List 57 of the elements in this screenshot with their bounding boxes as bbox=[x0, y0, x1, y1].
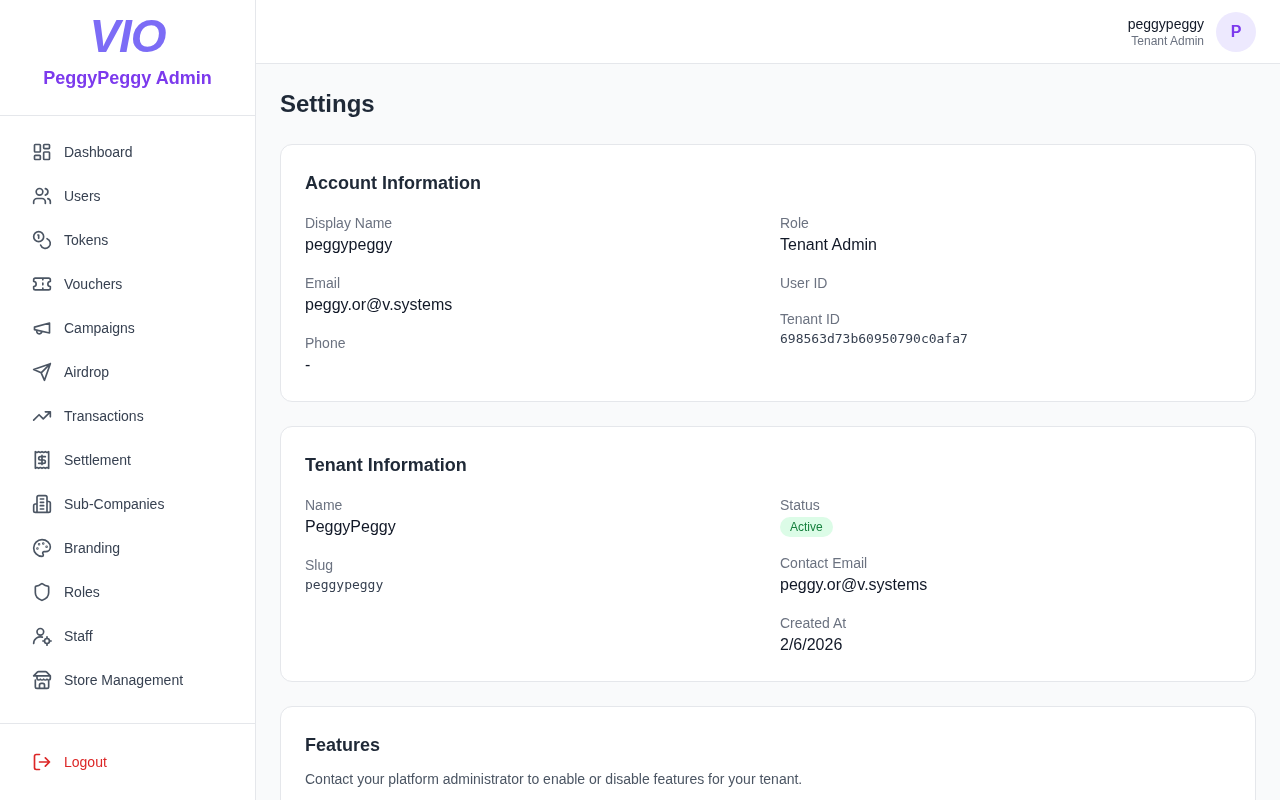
field-label: Created At bbox=[780, 614, 848, 633]
logout-button[interactable]: Logout bbox=[16, 740, 239, 784]
user-avatar[interactable]: P bbox=[1216, 11, 1256, 52]
nav-item[interactable]: Staff bbox=[16, 614, 239, 658]
building-icon bbox=[32, 494, 52, 514]
card-title: Account Information bbox=[305, 172, 482, 195]
card-title: Features bbox=[305, 734, 382, 757]
field-label: Display Name bbox=[305, 214, 394, 233]
field-value: 698563d73b60950790c0afa7 bbox=[780, 330, 969, 348]
field-label: Slug bbox=[305, 556, 335, 575]
status-badge: Active bbox=[780, 517, 833, 537]
nav-item[interactable]: Branding bbox=[16, 526, 239, 570]
admin-title: PeggyPeggy Admin bbox=[43, 68, 212, 89]
logo: VIO bbox=[89, 10, 166, 62]
field-label: Name bbox=[305, 496, 344, 515]
nav-item[interactable]: Users bbox=[16, 174, 239, 218]
shield-icon bbox=[32, 582, 52, 602]
send-icon bbox=[32, 362, 52, 382]
field-value: 2/6/2026 bbox=[780, 635, 844, 655]
nav-item[interactable]: Roles bbox=[16, 570, 239, 614]
nav-item[interactable]: Dashboard bbox=[16, 130, 239, 174]
field-value: peggy.or@v.systems bbox=[780, 575, 929, 595]
field-label: Tenant ID bbox=[780, 310, 841, 329]
field-label: Phone bbox=[305, 334, 347, 353]
field-value: - bbox=[305, 355, 312, 375]
dashboard-icon bbox=[32, 142, 52, 162]
nav-item[interactable]: Tokens bbox=[16, 218, 239, 262]
user-role: Tenant Admin bbox=[1131, 33, 1204, 48]
nav-item[interactable]: Vouchers bbox=[16, 262, 239, 306]
nav-item[interactable]: Transactions bbox=[16, 394, 239, 438]
field-label: Contact Email bbox=[780, 554, 869, 573]
card-title: Tenant Information bbox=[305, 454, 468, 477]
nav-item[interactable]: Campaigns bbox=[16, 306, 239, 350]
page-title: Settings bbox=[280, 89, 376, 119]
field-label: Role bbox=[780, 214, 810, 233]
nav-item[interactable]: Store Management bbox=[16, 658, 239, 702]
nav-item[interactable]: Sub-Companies bbox=[16, 482, 239, 526]
nav-item[interactable]: Settlement bbox=[16, 438, 239, 482]
field-label: User ID bbox=[780, 274, 829, 293]
receipt-icon bbox=[32, 450, 52, 470]
field-label: Status bbox=[780, 496, 821, 515]
card-description: Contact your platform administrator to enable or disable features for your tenant. bbox=[305, 771, 804, 787]
field-value: peggypeggy bbox=[305, 235, 394, 255]
field-value: PeggyPeggy bbox=[305, 517, 397, 537]
tokens-icon bbox=[32, 230, 52, 250]
nav-item[interactable]: Airdrop bbox=[16, 350, 239, 394]
voucher-icon bbox=[32, 274, 52, 294]
logout-icon bbox=[32, 752, 52, 772]
users-icon bbox=[32, 186, 52, 206]
field-value: peggypeggy bbox=[305, 576, 385, 594]
field-value: peggy.or@v.systems bbox=[305, 295, 454, 315]
store-icon bbox=[32, 670, 52, 690]
palette-icon bbox=[32, 538, 52, 558]
usergear-icon bbox=[32, 626, 52, 646]
user-name: peggypeggy bbox=[1127, 15, 1204, 32]
field-value: Tenant Admin bbox=[780, 235, 878, 255]
field-label: Email bbox=[305, 274, 341, 293]
